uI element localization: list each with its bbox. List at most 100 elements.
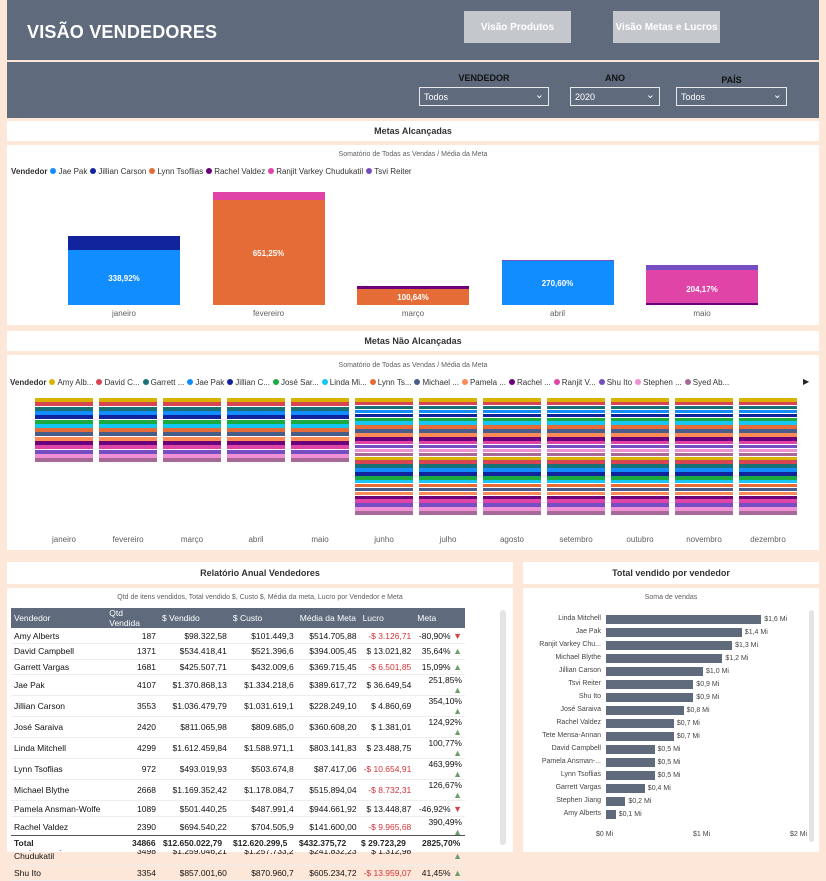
legend-item[interactable]: Tsvi Reiter	[366, 167, 412, 176]
bar[interactable]	[606, 641, 733, 650]
bar-segment[interactable]	[163, 458, 221, 463]
bar-value-label: $0,7 Mi	[676, 733, 700, 740]
legend-item[interactable]: Jillian Carson	[90, 167, 146, 176]
bar-segment[interactable]	[501, 260, 614, 262]
bar-segment[interactable]	[646, 264, 758, 270]
table-row[interactable]: Linda Mitchell 4299 $1.612.459,84 $1.588.97…	[11, 737, 465, 760]
triangle-up-icon: ▲	[453, 706, 462, 717]
x-tick-label: $1 Mi	[693, 831, 711, 838]
column-header[interactable]: $ Vendido	[158, 608, 230, 628]
bar-segment[interactable]	[675, 511, 733, 515]
chart-scrollbar[interactable]	[809, 610, 814, 842]
legend-next-arrow-icon[interactable]: ▶	[803, 377, 809, 386]
bar[interactable]	[606, 732, 674, 741]
bar[interactable]	[606, 810, 616, 819]
column-header[interactable]: $ Custo	[229, 608, 297, 628]
visao-metas-lucros-button[interactable]: Visão Metas e Lucros	[613, 11, 720, 43]
legend-item[interactable]: Amy Alb...	[49, 378, 93, 387]
table-row[interactable]: Garrett Vargas 1681 $425.507,71 $432.009,6 $…	[11, 659, 465, 676]
cell-value: 35,64%	[421, 646, 451, 657]
cell-value: 2390	[137, 821, 156, 832]
legend-item[interactable]: Ranjit Varkey Chudukatil	[268, 167, 363, 176]
bar-segment[interactable]	[291, 458, 349, 463]
cell-value: $694.540,22	[179, 821, 227, 832]
legend-item[interactable]: Jae Pak	[50, 167, 87, 176]
bar[interactable]	[606, 667, 703, 676]
bar-segment[interactable]	[212, 191, 325, 200]
bar-segment[interactable]	[357, 286, 469, 289]
column-header[interactable]: Qtd Vendida	[106, 608, 159, 628]
table-cell: $605.234,72	[296, 865, 360, 881]
table-row[interactable]: Lynn Tsoflias 972 $493.019,93 $503.674,8 $87…	[11, 758, 465, 781]
legend-item[interactable]: Lynn Ts...	[369, 378, 411, 387]
bar-segment[interactable]	[35, 458, 93, 463]
cell-value: $944.661,92	[309, 803, 357, 814]
table-row[interactable]: Jae Pak 4107 $1.370.868,13 $1.334.218,6 $389…	[11, 674, 465, 697]
table-row[interactable]: José Saraiva 2420 $811.065,98 $809.685,0 $36…	[11, 716, 465, 739]
ano-dropdown[interactable]: 2020 ⌄	[570, 87, 660, 106]
legend-item-label: José Sar...	[280, 378, 319, 387]
column-header[interactable]: Média da Meta	[296, 608, 360, 628]
legend-item[interactable]: Rachel ...	[508, 378, 551, 387]
bar-segment[interactable]	[739, 511, 797, 515]
table-row[interactable]: Jillian Carson 3553 $1.036.479,79 $1.031.61…	[11, 695, 465, 718]
legend-item[interactable]: Rachel Valdez	[206, 167, 265, 176]
legend-item[interactable]: Jae Pak	[187, 378, 224, 387]
legend-item[interactable]: José Sar...	[272, 378, 319, 387]
bar-segment[interactable]	[227, 458, 285, 463]
bar[interactable]	[606, 719, 674, 728]
bar-segment[interactable]	[68, 235, 180, 251]
legend-item[interactable]: Michael ...	[414, 378, 459, 387]
bar[interactable]	[606, 680, 694, 689]
bar[interactable]	[606, 745, 655, 754]
table-row[interactable]: David Campbell 1371 $534.418,41 $521.396,6 $…	[11, 643, 465, 660]
bar-segment[interactable]	[611, 511, 669, 515]
bar-segment[interactable]	[419, 511, 477, 515]
bar[interactable]	[606, 706, 684, 715]
bar[interactable]	[606, 628, 742, 637]
bar-segment[interactable]	[99, 458, 157, 463]
legend-item[interactable]: Stephen ...	[635, 378, 682, 387]
table-cell: -$ 8.732,31	[359, 779, 415, 802]
legend-item[interactable]: Shu Ito	[598, 378, 632, 387]
legend-item[interactable]: Garrett ...	[142, 378, 184, 387]
bar[interactable]	[606, 615, 762, 624]
table-row[interactable]: Shu Ito 3354 $857.001,60 $870.960,7 $605.234…	[11, 865, 465, 881]
column-header[interactable]: Lucro	[359, 608, 415, 628]
bar-segment[interactable]	[646, 302, 758, 305]
month-axis-label: junho	[374, 535, 394, 544]
cell-value: $360.608,20	[309, 722, 357, 733]
legend-item[interactable]: David C...	[96, 378, 140, 387]
table-row[interactable]: Pamela Ansman-Wolfe 1089 $501.440,25 $487.9…	[11, 800, 465, 817]
bar[interactable]	[606, 758, 655, 767]
legend-item-label: Lynn Tsoflias	[157, 167, 204, 176]
bar[interactable]	[606, 784, 645, 793]
bar[interactable]	[606, 693, 694, 702]
table-row[interactable]: Amy Alberts 187 $98.322,58 $101.449,3 $514.7…	[11, 628, 465, 645]
cell-value: $98.322,58	[184, 630, 227, 641]
legend-item[interactable]: Ranjit V...	[553, 378, 596, 387]
legend-item[interactable]: Syed Ab...	[684, 378, 729, 387]
bar[interactable]	[606, 771, 655, 780]
bar-segment[interactable]	[355, 511, 413, 515]
legend-item[interactable]: Linda Mi...	[321, 378, 367, 387]
total-vendido-panel: Soma de vendas Linda Mitchell $1,6 Mi Jae …	[523, 588, 819, 852]
legend-item[interactable]: Pamela ...	[461, 378, 506, 387]
bar[interactable]	[606, 797, 626, 806]
column-header[interactable]: Vendedor	[11, 608, 107, 628]
bar-segment[interactable]	[547, 511, 605, 515]
bar[interactable]	[606, 654, 723, 663]
ano-dropdown-value: 2020	[575, 92, 596, 102]
table-row[interactable]: Michael Blythe 2668 $1.169.352,42 $1.178.08…	[11, 779, 465, 802]
pais-dropdown[interactable]: Todos ⌄	[676, 87, 787, 106]
table-scrollbar[interactable]	[500, 610, 506, 845]
bar-segment[interactable]	[483, 511, 541, 515]
table-cell: $944.661,92	[296, 800, 360, 817]
legend-item[interactable]: Lynn Tsoflias	[149, 167, 203, 176]
visao-produtos-button[interactable]: Visão Produtos	[464, 11, 571, 43]
vendedor-dropdown[interactable]: Todos ⌄	[419, 87, 549, 106]
cell-value: $515.894,04	[309, 785, 357, 796]
bar-value-label: $0,5 Mi	[657, 759, 681, 766]
legend-item[interactable]: Jillian C...	[227, 378, 270, 387]
column-header[interactable]: Meta	[414, 608, 465, 628]
